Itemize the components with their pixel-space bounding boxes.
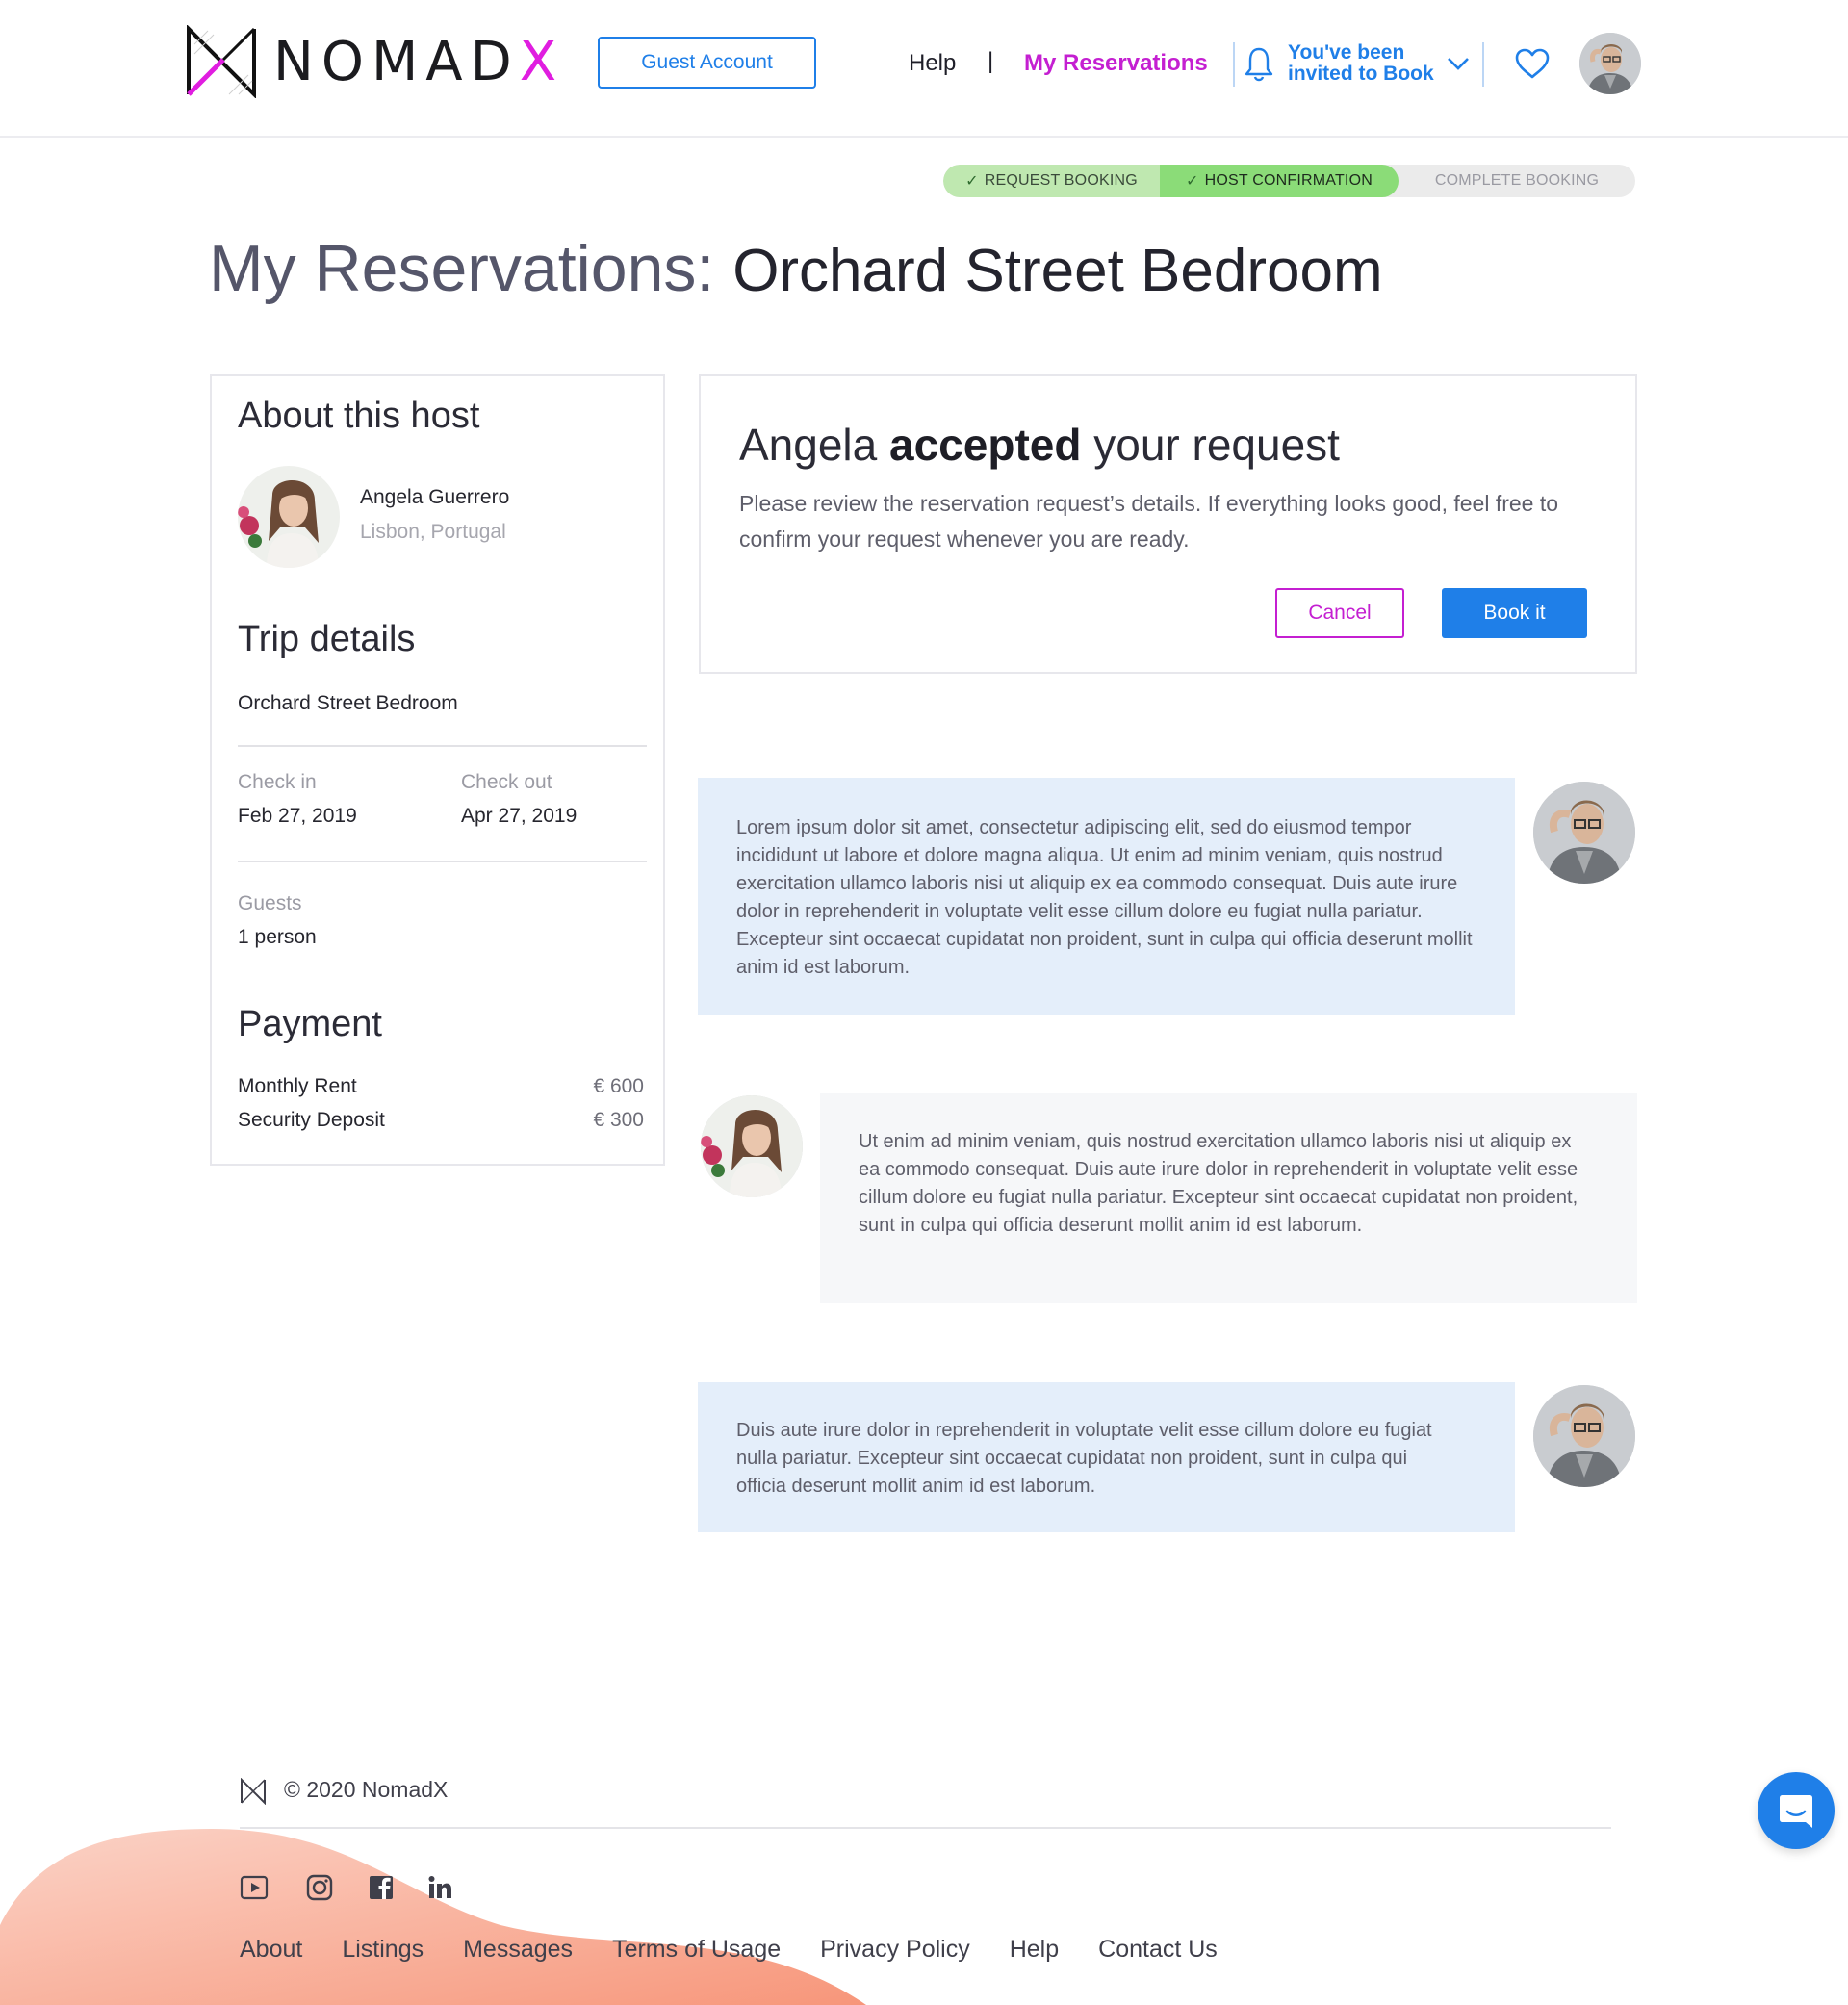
page-title-prefix: My Reservations: [209, 232, 715, 305]
cancel-button[interactable]: Cancel [1275, 588, 1404, 638]
nav-divider [1482, 42, 1484, 87]
checkmark-icon: ✓ [965, 173, 979, 190]
footer-link-terms[interactable]: Terms of Usage [612, 1936, 781, 1964]
footer-links: About Listings Messages Terms of Usage P… [240, 1936, 1257, 1964]
progress-step-request-booking: ✓ REQUEST BOOKING [943, 165, 1160, 197]
guest-avatar[interactable] [1533, 782, 1635, 884]
nav-divider [1233, 42, 1235, 87]
youtube-icon[interactable] [239, 1872, 270, 1903]
host-trip-summary-card: About this host Angela Guerrero Lisbon, … [210, 374, 665, 1166]
top-header: NOMADX Guest Account Help | My Reservati… [0, 0, 1848, 138]
host-avatar[interactable] [238, 466, 340, 568]
trip-listing-name: Orchard Street Bedroom [238, 692, 458, 714]
user-avatar[interactable] [1579, 33, 1641, 94]
payment-amount-monthly-rent: € 600 [593, 1075, 644, 1097]
status-suffix: your request [1093, 420, 1340, 470]
logo-wordmark-main: NOMAD [273, 30, 520, 93]
nomadx-logo[interactable]: NOMADX [185, 25, 564, 98]
divider [238, 745, 647, 747]
invite-line-2: invited to Book [1288, 63, 1434, 85]
guest-avatar[interactable] [1533, 1385, 1635, 1487]
checkin-value: Feb 27, 2019 [238, 805, 357, 827]
progress-step-complete-booking: COMPLETE BOOKING [1399, 165, 1635, 197]
checkout-value: Apr 27, 2019 [461, 805, 578, 827]
request-accepted-heading: Angela accepted your request [739, 419, 1340, 471]
request-accepted-description: Please review the reservation request’s … [739, 491, 1559, 552]
linkedin-icon[interactable] [424, 1872, 455, 1903]
footer-link-about[interactable]: About [240, 1936, 302, 1964]
logo-wordmark-accent: X [519, 30, 565, 93]
footer-link-listings[interactable]: Listings [342, 1936, 424, 1964]
payment-heading: Payment [238, 1004, 382, 1044]
progress-step-label: HOST CONFIRMATION [1204, 172, 1373, 189]
host-name: Angela Guerrero [360, 486, 510, 508]
user-avatar-image [1579, 33, 1641, 94]
footer-link-contact[interactable]: Contact Us [1098, 1936, 1218, 1964]
trip-details-heading: Trip details [238, 619, 416, 659]
heart-icon[interactable] [1515, 48, 1550, 79]
footer-copyright: © 2020 NomadX [284, 1777, 449, 1802]
nav-separator: | [988, 48, 994, 74]
host-message-bubble: Ut enim ad minim veniam, quis nostrud ex… [820, 1093, 1637, 1303]
footer-link-help[interactable]: Help [1010, 1936, 1059, 1964]
footer-link-privacy[interactable]: Privacy Policy [820, 1936, 970, 1964]
host-location: Lisbon, Portugal [360, 521, 506, 543]
page-title: My Reservations: Orchard Street Bedroom [209, 231, 1383, 306]
booking-progress-bar: ✓ REQUEST BOOKING ✓ HOST CONFIRMATION COMP… [943, 165, 1635, 197]
checkin-label: Check in [238, 771, 317, 793]
footer-divider [240, 1827, 1611, 1829]
chat-icon [1780, 1795, 1812, 1828]
host-avatar[interactable] [701, 1095, 803, 1197]
bell-icon[interactable] [1245, 46, 1273, 83]
guest-account-button[interactable]: Guest Account [598, 37, 816, 89]
footer-logo-icon[interactable] [240, 1778, 267, 1805]
nav-help-link[interactable]: Help [909, 50, 956, 77]
progress-step-label: REQUEST BOOKING [984, 172, 1138, 189]
divider [238, 861, 647, 862]
guest-message-bubble: Duis aute irure dolor in reprehenderit i… [698, 1382, 1515, 1532]
guest-avatar-image [1533, 1385, 1635, 1487]
chevron-down-icon[interactable] [1447, 56, 1470, 71]
progress-step-label: COMPLETE BOOKING [1434, 172, 1600, 189]
footer-link-messages[interactable]: Messages [463, 1936, 573, 1964]
guests-label: Guests [238, 892, 302, 914]
booking-invite-notice[interactable]: You've been invited to Book [1288, 42, 1434, 85]
nomadx-logo-mark-icon [187, 25, 256, 98]
footer-decorative-wave [0, 1829, 866, 2005]
payment-amount-security-deposit: € 300 [593, 1109, 644, 1131]
live-chat-button[interactable] [1758, 1772, 1835, 1849]
payment-label-security-deposit: Security Deposit [238, 1109, 385, 1131]
invite-line-1: You've been [1288, 41, 1405, 64]
facebook-icon[interactable] [366, 1872, 397, 1903]
page-title-listing: Orchard Street Bedroom [732, 238, 1383, 304]
progress-step-host-confirmation: ✓ HOST CONFIRMATION [1160, 165, 1399, 197]
host-avatar-image [701, 1095, 803, 1197]
guests-value: 1 person [238, 926, 317, 948]
request-accepted-card: Angela accepted your request Please revi… [699, 374, 1637, 674]
checkmark-icon: ✓ [1186, 173, 1199, 190]
host-avatar-image [238, 466, 340, 568]
instagram-icon[interactable] [304, 1872, 335, 1903]
guest-avatar-image [1533, 782, 1635, 884]
host-first-name: Angela [739, 420, 878, 470]
book-it-button[interactable]: Book it [1442, 588, 1587, 638]
checkout-label: Check out [461, 771, 552, 793]
payment-label-monthly-rent: Monthly Rent [238, 1075, 357, 1097]
about-host-heading: About this host [238, 396, 480, 436]
status-word: accepted [889, 420, 1082, 470]
nav-my-reservations-link[interactable]: My Reservations [1024, 50, 1208, 77]
logo-wordmark: NOMADX [273, 31, 564, 93]
guest-message-bubble: Lorem ipsum dolor sit amet, consectetur … [698, 778, 1515, 1015]
